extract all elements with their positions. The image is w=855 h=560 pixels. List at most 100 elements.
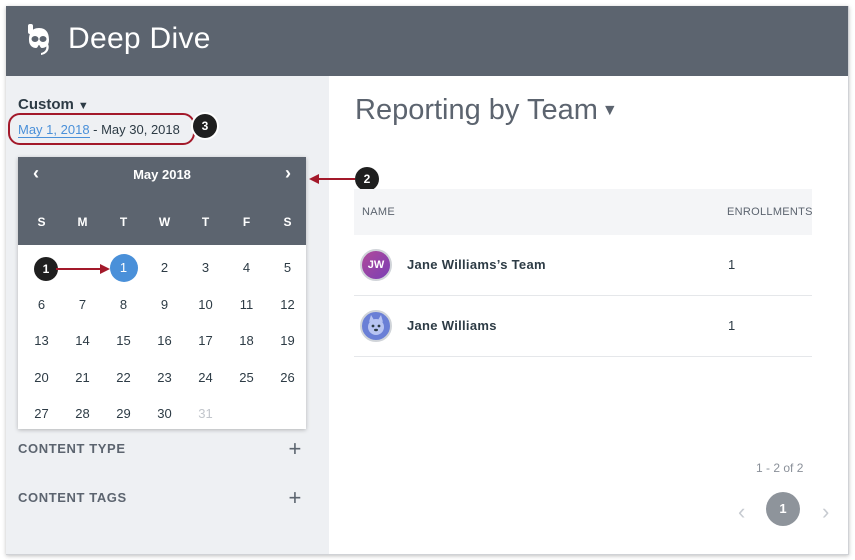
plus-icon[interactable]: + xyxy=(289,485,302,511)
calendar-day[interactable]: 28 xyxy=(62,396,103,432)
calendar-day[interactable]: 26 xyxy=(267,360,308,396)
date-range-dropdown[interactable]: Custom ▼ xyxy=(18,96,89,113)
calendar-day[interactable]: 18 xyxy=(226,323,267,359)
calendar-day[interactable]: 5 xyxy=(267,250,308,286)
weekday-label: S xyxy=(283,215,292,229)
calendar-day-label: 4 xyxy=(242,260,251,275)
row-name[interactable]: Jane Williams xyxy=(407,318,497,333)
chevron-down-icon: ▼ xyxy=(77,100,89,112)
pagination-info: 1 - 2 of 2 xyxy=(756,461,804,475)
calendar-day-label: 31 xyxy=(198,406,213,421)
date-range-label: Custom xyxy=(18,96,74,113)
row-enrollments: 1 xyxy=(728,318,736,333)
calendar-day[interactable]: 7 xyxy=(62,287,103,323)
calendar-day[interactable]: 6 xyxy=(21,287,62,323)
calendar-day[interactable]: 15 xyxy=(103,323,144,359)
top-bar: Deep Dive xyxy=(6,6,848,76)
calendar-day-label: 15 xyxy=(116,333,131,348)
calendar-day[interactable]: 14 xyxy=(62,323,103,359)
calendar-day[interactable]: 29 xyxy=(103,396,144,432)
calendar-day[interactable]: 13 xyxy=(21,323,62,359)
column-header-name[interactable]: NAME xyxy=(362,206,395,218)
calendar-day-label: 30 xyxy=(157,406,172,421)
calendar-day-label: 9 xyxy=(160,296,169,312)
calendar-day-label: 13 xyxy=(34,333,49,348)
calendar-day[interactable]: 19 xyxy=(267,323,308,359)
calendar-day-label: 7 xyxy=(78,296,87,312)
calendar-day[interactable]: 11 xyxy=(226,287,267,323)
column-header-enrollments[interactable]: ENROLLMENTS xyxy=(727,206,813,218)
date-picker-calendar: ‹ May 2018 › S M T W T F S 1 2 3 4 5 6 7 8 9 10 11… xyxy=(18,157,306,429)
calendar-day[interactable]: 2 xyxy=(144,250,185,286)
date-range-highlight xyxy=(8,113,195,145)
calendar-day-label: 16 xyxy=(157,333,172,348)
calendar-day-label: 3 xyxy=(201,260,210,275)
weekday-label: S xyxy=(37,215,46,229)
calendar-day-label: 6 xyxy=(37,296,46,312)
avatar: JW xyxy=(360,249,392,281)
calendar-day-label: 20 xyxy=(34,369,49,385)
calendar-day-label: 27 xyxy=(34,406,49,421)
filter-content-tags[interactable]: CONTENT TAGS + xyxy=(18,485,302,510)
chevron-right-icon[interactable]: › xyxy=(278,163,298,183)
chevron-left-icon[interactable]: ‹ xyxy=(738,499,745,525)
calendar-day-label: 11 xyxy=(239,296,254,312)
calendar-day[interactable]: 20 xyxy=(21,360,62,396)
table-header: NAME ENROLLMENTS xyxy=(354,189,813,235)
calendar-day: 31 xyxy=(185,396,226,432)
filter-content-type[interactable]: CONTENT TYPE + xyxy=(18,436,302,461)
calendar-day[interactable]: 16 xyxy=(144,323,185,359)
weekday-label: W xyxy=(158,215,171,229)
callout-arrow-1 xyxy=(56,264,110,274)
calendar-day-label: 28 xyxy=(75,406,90,421)
calendar-day[interactable]: 25 xyxy=(226,360,267,396)
diving-mask-icon xyxy=(28,24,49,55)
calendar-day[interactable]: 3 xyxy=(185,250,226,286)
callout-badge-2: 2 xyxy=(355,167,379,191)
calendar-day-label: 23 xyxy=(157,369,172,385)
row-enrollments: 1 xyxy=(728,257,736,272)
calendar-day-label: 18 xyxy=(239,333,254,348)
cat-face-icon xyxy=(368,315,384,335)
calendar-day-label: 19 xyxy=(280,333,295,348)
calendar-header: ‹ May 2018 › S M T W T F S xyxy=(18,157,306,245)
row-name[interactable]: Jane Williams’s Team xyxy=(407,257,546,272)
plus-icon[interactable]: + xyxy=(289,436,302,462)
report-title-dropdown[interactable]: Reporting by Team ▼ xyxy=(355,94,618,127)
app-title: Deep Dive xyxy=(68,22,211,55)
calendar-month: May 2018 xyxy=(133,167,191,182)
calendar-day[interactable]: 4 xyxy=(226,250,267,286)
calendar-day[interactable]: 22 xyxy=(103,360,144,396)
calendar-day-label: 21 xyxy=(75,369,90,385)
page-button-current[interactable]: 1 xyxy=(766,492,800,526)
table-row[interactable]: Jane Williams 1 xyxy=(354,296,812,357)
weekday-label: M xyxy=(77,215,88,229)
callout-arrow-2 xyxy=(309,174,355,184)
calendar-day[interactable]: 23 xyxy=(144,360,185,396)
calendar-day-label: 5 xyxy=(283,260,292,275)
calendar-day[interactable]: 12 xyxy=(267,287,308,323)
weekday-label: T xyxy=(119,215,128,229)
calendar-day-label: 25 xyxy=(239,369,254,385)
calendar-day-label: 12 xyxy=(280,296,295,312)
table-row[interactable]: JW Jane Williams’s Team 1 xyxy=(354,235,812,296)
calendar-day[interactable]: 8 xyxy=(103,287,144,323)
calendar-day[interactable]: 21 xyxy=(62,360,103,396)
calendar-day-label: 10 xyxy=(198,296,213,312)
weekday-label: F xyxy=(242,215,251,229)
calendar-day[interactable]: 17 xyxy=(185,323,226,359)
calendar-day[interactable]: 24 xyxy=(185,360,226,396)
calendar-day-label: 24 xyxy=(198,369,213,385)
calendar-day[interactable]: 30 xyxy=(144,396,185,432)
avatar xyxy=(360,310,392,342)
callout-badge-3: 3 xyxy=(193,114,217,138)
calendar-day[interactable]: 10 xyxy=(185,287,226,323)
calendar-day-label: 26 xyxy=(280,369,295,385)
calendar-day-label: 8 xyxy=(119,296,128,312)
calendar-day[interactable]: 9 xyxy=(144,287,185,323)
page-title: Reporting by Team xyxy=(355,94,598,126)
calendar-day-label: 29 xyxy=(116,406,131,421)
calendar-day[interactable]: 27 xyxy=(21,396,62,432)
callout-badge-1: 1 xyxy=(34,257,58,281)
chevron-right-icon[interactable]: › xyxy=(822,499,829,525)
